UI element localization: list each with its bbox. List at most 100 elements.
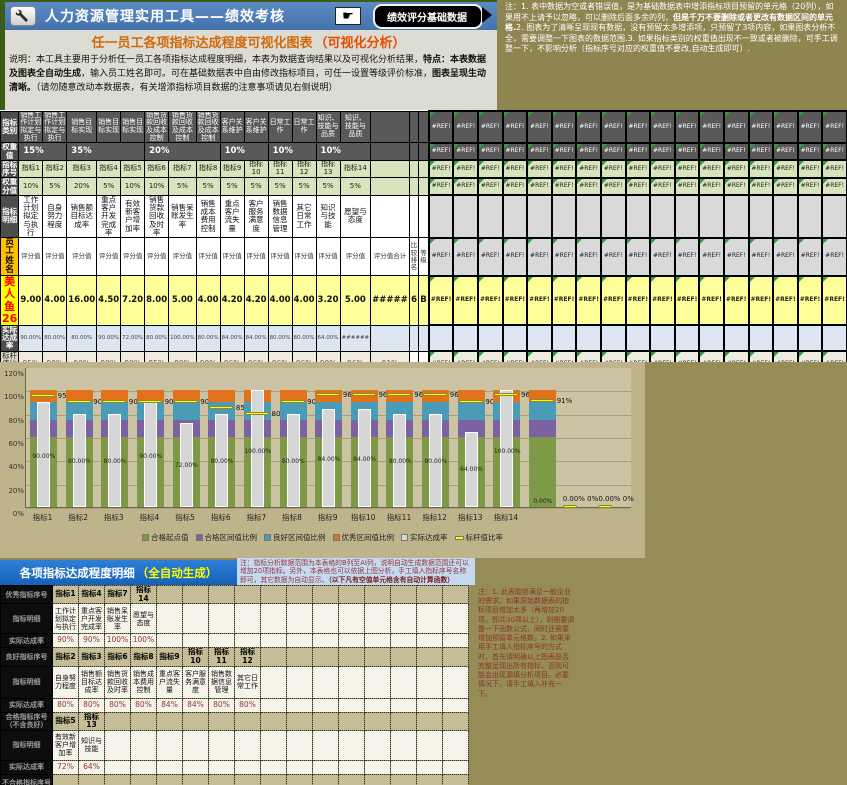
reserved-point-label: 0.00% 0% [562, 495, 599, 503]
employee-name-header: 员工姓名 [0, 236, 20, 277]
rate-cell [442, 633, 469, 649]
reserved-point: 0.00% 0% [596, 367, 634, 508]
actual-rate-cell: ###### [339, 324, 372, 352]
rate-cell [338, 697, 365, 713]
ref-error-cell: #REF! [698, 110, 725, 144]
ref-error-cell: #REF! [427, 236, 455, 277]
legend-swatch [195, 534, 203, 541]
actual-rate-cell: 64.00% [315, 324, 341, 352]
ref-error-cell: #REF! [821, 274, 847, 327]
banner-suffix: （全自动生成） [136, 565, 218, 580]
benchmark-marker [209, 405, 234, 409]
x-tick-label: 指标8 [282, 513, 302, 522]
ref-error-cell: #REF! [550, 274, 578, 327]
detail-cell: 销售数据信息管理 [267, 194, 293, 239]
ref-error-cell [477, 324, 504, 352]
serial-cell [234, 711, 261, 731]
score-cell: 9.00 [18, 275, 44, 326]
score-total-cell: ##### [370, 275, 410, 326]
ref-error-cell: #REF! [722, 274, 750, 327]
weight-score-cell: 10% [144, 177, 170, 196]
indicator-cell: 指标7 [168, 159, 197, 179]
detail-cell [312, 665, 339, 699]
category-cell: 日常工作 [291, 110, 317, 144]
serial-cell [156, 584, 183, 605]
x-tick-label: 指标4 [139, 513, 160, 522]
serial-cell [338, 647, 365, 667]
actual-label: 80.00% [281, 458, 305, 465]
ref-error-cell [477, 194, 504, 239]
note-text: 注： [505, 2, 521, 11]
weight-cell: 15% [18, 142, 68, 161]
weight-score-cell: 10% [18, 177, 44, 196]
table-cell [418, 177, 430, 196]
ref-error-cell: #REF! [673, 110, 701, 144]
serial-cell: 指标2 [52, 647, 79, 667]
ref-error-cell: #REF! [526, 236, 553, 277]
rate-cell [182, 759, 209, 775]
detail-cell [156, 729, 183, 761]
table-cell [370, 159, 410, 179]
detail-cell [182, 729, 209, 761]
ref-error-cell: #REF! [427, 159, 455, 179]
serial-cell [182, 711, 209, 731]
serial-cell [156, 711, 183, 731]
benchmark-marker [244, 411, 269, 415]
section-label: 良好指标序号 [0, 647, 53, 667]
weight-score-cell: 5% [291, 177, 317, 196]
ref-error-cell [427, 194, 455, 239]
serial-cell [416, 647, 443, 667]
spreadsheet-page: 人力资源管理实用工具——绩效考核 ☛ 绩效评分基础数据 任一员工各项指标达成程度… [0, 0, 847, 785]
ref-error-cell [501, 194, 529, 239]
benchmark-marker [316, 393, 341, 396]
detail-cell [364, 729, 391, 761]
segment-优秀区间值比例 [208, 390, 236, 402]
serial-cell [312, 647, 339, 667]
rate-cell [234, 759, 261, 775]
detail-cell: 工作计划拟定与执行 [52, 603, 79, 635]
legend-item: 合格起点值 [142, 532, 189, 543]
score-cell: 4.20 [219, 275, 245, 326]
serial-cell [104, 711, 131, 731]
table-cell [370, 324, 410, 352]
benchmark-marker [530, 398, 555, 402]
serial-cell [416, 584, 443, 605]
table-cell [408, 142, 420, 161]
detail-cell: 有效新客户增加率 [52, 729, 79, 761]
ref-error-cell [821, 194, 847, 239]
detail-cell [260, 603, 287, 635]
actual-rate-cell: 84.00% [243, 324, 269, 352]
achievement-chart: 120%100%80%60%40%20%0%90.00%95%80.00%90%… [0, 362, 645, 558]
score-header-cell: 评分值 [168, 236, 197, 277]
bar-group: 80.00%96% [418, 367, 465, 507]
serial-cell [156, 773, 183, 785]
rate-cell: 80% [130, 697, 157, 713]
serial-cell [182, 584, 209, 605]
rate-cell: 80% [234, 697, 261, 713]
ref-error-cell: #REF! [624, 141, 652, 162]
detail-cell [312, 729, 339, 761]
page-title: 人力资源管理实用工具——绩效考核 [45, 9, 285, 25]
ref-error-cell [796, 194, 824, 239]
x-tick-label: 指标7 [246, 513, 267, 522]
ref-error-cell: #REF! [747, 159, 775, 179]
ref-error-cell: #REF! [747, 236, 775, 277]
legend-swatch [401, 534, 408, 541]
ref-error-cell: #REF! [624, 176, 652, 197]
table-cell [418, 194, 430, 239]
pointing-hand-icon[interactable]: ☛ [335, 7, 361, 25]
row-label-rate: 实际达成率 [0, 633, 53, 649]
ref-error-cell: #REF! [575, 141, 602, 162]
base-data-button[interactable]: 绩效评分基础数据 [373, 3, 492, 29]
rate-cell [260, 759, 287, 775]
employee-name-input[interactable]: 美人鱼26 [0, 275, 20, 326]
actual-label: 90.00% [32, 452, 56, 460]
chart-legend: 合格起点值 合格区间值比例 良好区间值比例 优秀区间值比例 实际达成率 标杆值比率 [0, 532, 645, 543]
actual-rate-cell: 90.00% [96, 324, 122, 352]
x-tick-label: 指标5 [175, 513, 195, 522]
ref-error-cell: #REF! [673, 141, 701, 162]
row-label-serial: 指标序号 [0, 159, 20, 179]
detail-cell [338, 729, 365, 761]
ref-error-cell: #REF! [477, 236, 504, 277]
serial-cell [130, 711, 157, 731]
